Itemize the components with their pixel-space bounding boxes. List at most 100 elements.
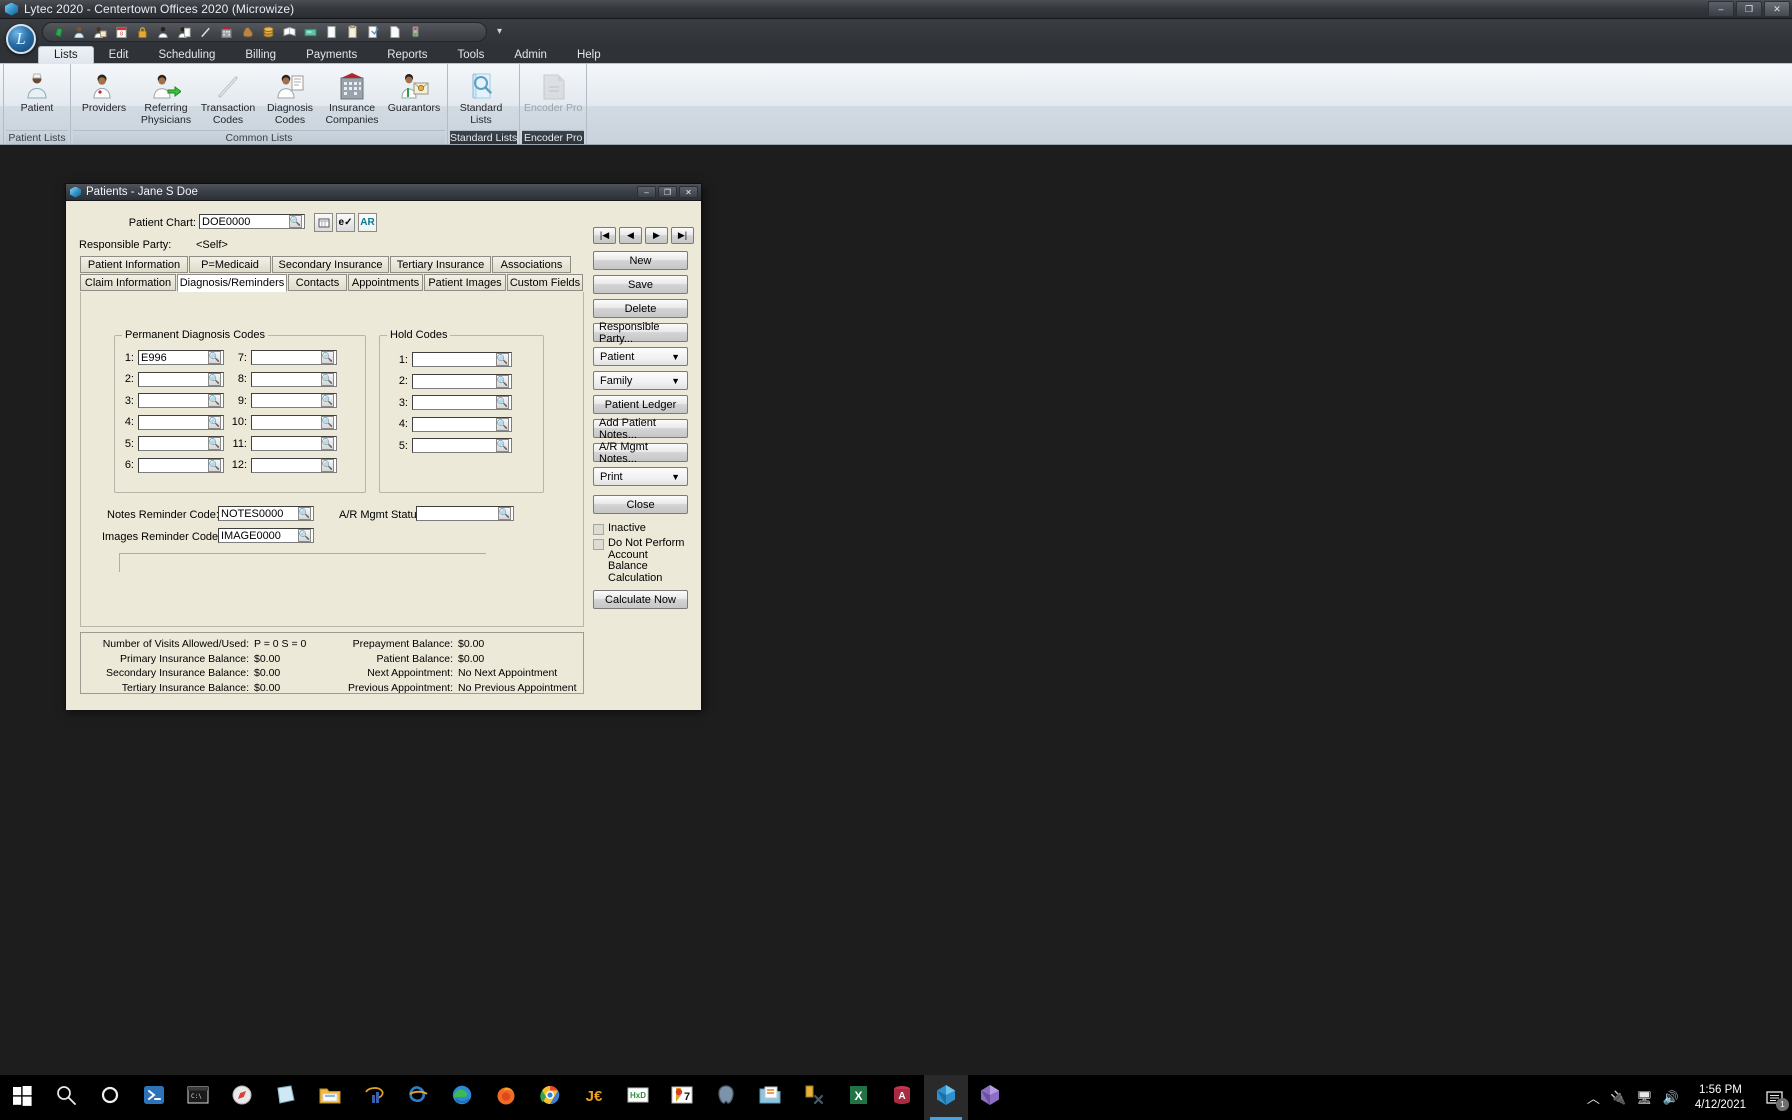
search-icon[interactable]: 🔍 xyxy=(321,351,334,364)
tab-patient-images[interactable]: Patient Images xyxy=(424,274,506,291)
page-icon[interactable] xyxy=(387,25,401,39)
chevron-up-icon[interactable]: ︿ xyxy=(1587,1088,1600,1107)
ribbon-button-guarantors[interactable]: Guarantors xyxy=(383,69,445,115)
app-button[interactable] xyxy=(968,1075,1012,1120)
network-icon[interactable]: 🖥 xyxy=(1636,1090,1653,1106)
search-icon[interactable]: 🔍 xyxy=(298,529,311,542)
tab-claim-information[interactable]: Claim Information xyxy=(80,274,176,291)
do-not-perform-checkbox[interactable]: Do Not Perform Account Balance Calculati… xyxy=(593,537,688,584)
family-dropdown[interactable]: Family ▼ xyxy=(593,371,688,390)
code-input[interactable]: 🔍 xyxy=(251,436,337,451)
search-icon[interactable]: 🔍 xyxy=(208,415,221,429)
new-button[interactable]: New xyxy=(593,251,688,270)
ribbon-button-referring-physicians[interactable]: Referring Physicians xyxy=(135,69,197,126)
search-icon[interactable]: 🔍 xyxy=(496,417,509,431)
ribbon-tab-admin[interactable]: Admin xyxy=(499,47,562,64)
chevron-down-icon[interactable]: ▼ xyxy=(671,376,680,386)
ar-mgmt-notes-button[interactable]: A/R Mgmt Notes... xyxy=(593,441,688,465)
add-patient-notes-button[interactable]: Add Patient Notes... xyxy=(593,417,688,441)
lock-icon[interactable] xyxy=(135,25,149,39)
ribbon-tab-payments[interactable]: Payments xyxy=(291,47,372,64)
search-icon[interactable]: 🔍 xyxy=(289,215,302,228)
search-icon[interactable]: 🔍 xyxy=(496,374,509,388)
money-bag-icon[interactable] xyxy=(240,25,254,39)
code-input[interactable]: 🔍 xyxy=(138,414,224,430)
patient-chart-input[interactable]: DOE0000 🔍 xyxy=(199,214,305,229)
calculate-now-button[interactable]: Calculate Now xyxy=(593,590,688,609)
lasso-button[interactable] xyxy=(352,1075,396,1120)
tab-tertiary-insurance[interactable]: Tertiary Insurance xyxy=(390,256,491,273)
app-menu-orb[interactable]: L xyxy=(6,24,36,54)
tab-appointments[interactable]: Appointments xyxy=(348,274,423,291)
search-icon[interactable]: 🔍 xyxy=(321,415,334,429)
tab-diagnosis-reminders[interactable]: Diagnosis/Reminders xyxy=(177,274,287,292)
start-button[interactable] xyxy=(0,1075,44,1120)
search-icon[interactable]: 🔍 xyxy=(321,458,334,472)
delete-button[interactable]: Delete xyxy=(593,299,688,318)
dialog-minimize-button[interactable]: – xyxy=(637,186,656,198)
search-icon[interactable]: 🔍 xyxy=(208,437,221,450)
close-button[interactable]: Close xyxy=(593,495,688,514)
close-button[interactable]: ✕ xyxy=(1764,1,1790,17)
tab-custom-fields[interactable]: Custom Fields xyxy=(507,274,583,291)
chevron-down-icon[interactable]: ▼ xyxy=(671,352,680,362)
excel-button[interactable]: X xyxy=(836,1075,880,1120)
calendar-icon[interactable]: 8 xyxy=(114,25,128,39)
provider-doc-icon[interactable] xyxy=(177,25,191,39)
patient-card-icon[interactable] xyxy=(93,25,107,39)
tab-p-medicaid[interactable]: P=Medicaid xyxy=(189,256,271,273)
check-icon[interactable] xyxy=(303,25,317,39)
code-input[interactable]: 🔍 xyxy=(412,352,512,367)
tab-contacts[interactable]: Contacts xyxy=(288,274,347,291)
lytec-button[interactable] xyxy=(924,1075,968,1120)
access-button[interactable]: A xyxy=(880,1075,924,1120)
responsible-party-button[interactable]: Responsible Party... xyxy=(593,321,688,345)
tab-associations[interactable]: Associations xyxy=(492,256,571,273)
last-record-button[interactable]: ▶| xyxy=(671,227,694,244)
ribbon-tab-scheduling[interactable]: Scheduling xyxy=(143,47,230,64)
internet-explorer-button[interactable] xyxy=(396,1075,440,1120)
code-input[interactable]: 🔍 xyxy=(412,395,512,410)
ribbon-button-patient[interactable]: Patient xyxy=(6,69,68,115)
code-input[interactable]: 🔍 xyxy=(251,371,337,387)
code-input[interactable]: 🔍 xyxy=(251,414,337,430)
tab-patient-information[interactable]: Patient Information xyxy=(80,256,188,273)
search-icon[interactable]: 🔍 xyxy=(496,396,509,409)
pen-battery-icon[interactable]: 🔌 xyxy=(1610,1090,1626,1106)
ar-icon[interactable]: AR xyxy=(358,213,377,232)
eligibility-check-icon[interactable]: e✓ xyxy=(336,213,355,232)
search-icon[interactable]: 🔍 xyxy=(298,507,311,520)
search-icon[interactable]: 🔍 xyxy=(208,351,221,364)
file-explorer-button[interactable] xyxy=(308,1075,352,1120)
ribbon-button-transaction-codes[interactable]: Transaction Codes xyxy=(197,69,259,126)
next-record-button[interactable]: ▶ xyxy=(645,227,668,244)
search-icon[interactable]: 🔍 xyxy=(208,372,221,386)
notes-reminder-input[interactable]: NOTES0000 🔍 xyxy=(218,506,314,521)
code-input[interactable]: 🔍 xyxy=(138,436,224,451)
postgresql-button[interactable] xyxy=(704,1075,748,1120)
code-input[interactable]: E996 🔍 xyxy=(138,350,224,365)
code-input[interactable]: 🔍 xyxy=(412,373,512,389)
powershell-button[interactable] xyxy=(132,1075,176,1120)
coins-icon[interactable] xyxy=(261,25,275,39)
memo-field[interactable] xyxy=(119,553,486,572)
clock[interactable]: 1:56 PM 4/12/2021 xyxy=(1689,1083,1752,1113)
notification-center-button[interactable]: 1 xyxy=(1762,1075,1789,1120)
hxd-button[interactable]: HxD xyxy=(616,1075,660,1120)
files-button[interactable] xyxy=(748,1075,792,1120)
7zip-button[interactable]: 7 xyxy=(660,1075,704,1120)
search-icon[interactable]: 🔍 xyxy=(208,458,221,472)
tab-secondary-insurance[interactable]: Secondary Insurance xyxy=(272,256,389,273)
command-prompt-button[interactable]: C:\ xyxy=(176,1075,220,1120)
search-icon[interactable]: 🔍 xyxy=(208,394,221,407)
patient-dropdown[interactable]: Patient ▼ xyxy=(593,347,688,366)
search-icon[interactable]: 🔍 xyxy=(496,439,509,452)
ribbon-button-diagnosis-codes[interactable]: Diagnosis Codes xyxy=(259,69,321,126)
search-icon[interactable]: 🔍 xyxy=(321,372,334,386)
provider-icon[interactable] xyxy=(156,25,170,39)
quick-access-overflow-icon[interactable]: ▾ xyxy=(497,26,502,37)
patient-ledger-button[interactable]: Patient Ledger xyxy=(593,395,688,414)
traffic-icon[interactable] xyxy=(408,25,422,39)
jetbrains-button[interactable]: J€ xyxy=(572,1075,616,1120)
search-icon[interactable]: 🔍 xyxy=(321,437,334,450)
